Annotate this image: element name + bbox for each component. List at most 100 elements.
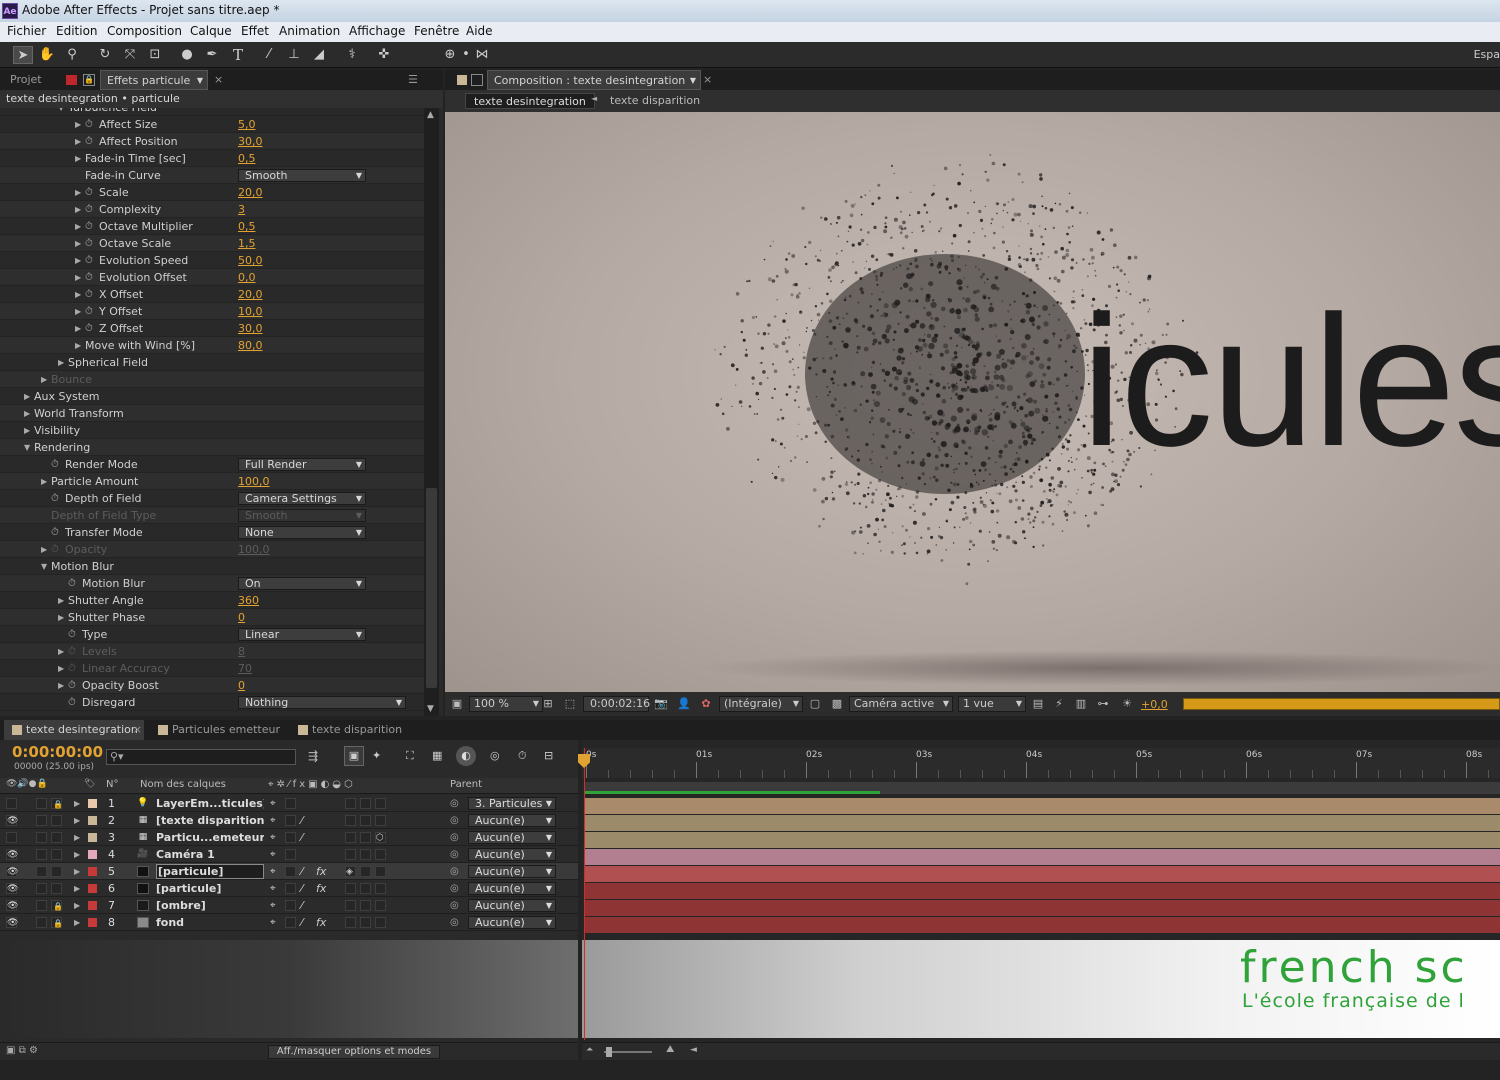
eraser-tool-icon[interactable]: ◢ (309, 46, 329, 64)
property-row[interactable]: ⏱ Transfer Mode None ▼ (0, 524, 424, 541)
menu-fenetre[interactable]: Fenêtre (414, 24, 459, 38)
property-row[interactable]: ▶ Spherical Field (0, 354, 424, 371)
twirl-closed-icon[interactable]: ▶ (24, 422, 30, 439)
twirl-closed-icon[interactable]: ▶ (74, 863, 80, 880)
property-row[interactable]: Fade-in Curve Smooth ▼ (0, 167, 424, 184)
twirl-open-icon[interactable]: ▼ (58, 108, 64, 116)
property-row[interactable]: ▶ Move with Wind [%] 80,0 (0, 337, 424, 354)
fast-previews-icon[interactable]: ⚡ (1051, 696, 1067, 712)
audio-toggle[interactable] (36, 883, 47, 894)
roto-brush-tool-icon[interactable]: ⚕ (342, 46, 362, 64)
property-dropdown[interactable]: Full Render ▼ (238, 458, 366, 471)
stopwatch-icon[interactable]: ⏱ (68, 660, 76, 677)
audio-toggle[interactable] (36, 917, 47, 928)
stopwatch-icon[interactable]: ⏱ (51, 541, 59, 558)
effect-switch-icon[interactable]: fx (316, 880, 326, 897)
column-number[interactable]: N° (106, 779, 118, 790)
stopwatch-icon[interactable]: ⏱ (85, 303, 93, 320)
twirl-closed-icon[interactable]: ▶ (75, 201, 81, 218)
property-dropdown[interactable]: Smooth ▼ (238, 169, 366, 182)
parent-dropdown[interactable]: Aucun(e) ▼ (468, 814, 556, 827)
property-dropdown[interactable]: Camera Settings ▼ (238, 492, 366, 505)
scrollbar[interactable]: ▲ ▼ (424, 108, 439, 716)
safe-zones-icon[interactable]: ⊞ (540, 696, 556, 712)
shy-switch-icon[interactable]: ⌖ (270, 795, 276, 812)
stopwatch-icon[interactable]: ⏱ (85, 218, 93, 235)
property-dropdown[interactable]: Smooth ▼ (238, 509, 366, 522)
collapse-switch[interactable] (285, 866, 296, 877)
quality-switch-icon[interactable]: ⁄ (301, 897, 303, 914)
property-row[interactable]: ▶ ⏱ Opacity 100,0 (0, 541, 424, 558)
layer-name[interactable]: Particu...emeteur (156, 829, 264, 846)
shy-switch-icon[interactable]: ⌖ (270, 880, 276, 897)
draft-3d-icon[interactable]: ▣ (344, 746, 364, 766)
property-row[interactable]: ▶ Shutter Angle 360 (0, 592, 424, 609)
effect-switch-icon[interactable]: fx (316, 863, 326, 880)
twirl-closed-icon[interactable]: ▶ (58, 643, 64, 660)
parent-dropdown[interactable]: Aucun(e) ▼ (468, 831, 556, 844)
audio-toggle[interactable] (36, 798, 47, 809)
pen-tool-icon[interactable]: ✒ (202, 46, 222, 64)
property-value[interactable]: 80,0 (238, 337, 263, 354)
flowchart-icon[interactable]: ⊶ (1095, 696, 1111, 712)
stopwatch-icon[interactable]: ⏱ (85, 116, 93, 133)
pick-whip-icon[interactable]: ◎ (450, 897, 459, 914)
property-row[interactable]: ⏱ Motion Blur On ▼ (0, 575, 424, 592)
reset-exposure-icon[interactable]: ☀ (1119, 696, 1135, 712)
property-row[interactable]: ▶ Shutter Phase 0 (0, 609, 424, 626)
adjustment-switch[interactable] (345, 798, 356, 809)
property-value[interactable]: 30,0 (238, 320, 263, 337)
motion-blur-switch[interactable] (360, 883, 371, 894)
property-value[interactable]: 20,0 (238, 286, 263, 303)
parent-dropdown[interactable]: Aucun(e) ▼ (468, 865, 556, 878)
graph-icon[interactable]: ⊟ (544, 749, 553, 762)
parent-dropdown[interactable]: Aucun(e) ▼ (468, 899, 556, 912)
layer-name[interactable]: Caméra 1 (156, 846, 264, 863)
audio-toggle[interactable] (36, 849, 47, 860)
lock-toggle[interactable]: 🔒 (51, 917, 63, 928)
property-row[interactable]: ▶ ⏱ Linear Accuracy 70 (0, 660, 424, 677)
property-row[interactable]: ▶ ⏱ X Offset 20,0 (0, 286, 424, 303)
stopwatch-icon[interactable]: ⏱ (85, 235, 93, 252)
property-value[interactable]: 10,0 (238, 303, 263, 320)
property-value[interactable]: 0 (238, 609, 245, 626)
twirl-closed-icon[interactable]: ▶ (75, 133, 81, 150)
stopwatch-icon[interactable]: ⏱ (85, 286, 93, 303)
twirl-closed-icon[interactable]: ▶ (58, 660, 64, 677)
menu-composition[interactable]: Composition (107, 24, 182, 38)
shy-switch-icon[interactable]: ⌖ (270, 914, 276, 931)
lock-toggle[interactable]: 🔒 (51, 900, 63, 911)
menu-aide[interactable]: Aide (466, 24, 493, 38)
motion-blur-toggle-icon[interactable]: ▦ (432, 749, 442, 762)
twirl-closed-icon[interactable]: ▶ (75, 337, 81, 354)
resolution-dropdown[interactable]: (Intégrale) ▼ (719, 696, 803, 712)
layer-name[interactable]: fond (156, 914, 264, 931)
stopwatch-icon[interactable]: ⏱ (51, 456, 59, 473)
current-time-indicator[interactable] (584, 748, 585, 1040)
twirl-closed-icon[interactable]: ▶ (74, 795, 80, 812)
show-snapshot-icon[interactable]: 👤 (676, 696, 692, 712)
brush-tool-icon[interactable]: ⁄ (259, 46, 279, 64)
collapse-switch[interactable] (285, 883, 296, 894)
effect-switch-icon[interactable]: fx (316, 914, 326, 931)
twirl-closed-icon[interactable]: ▶ (75, 252, 81, 269)
hide-shy-icon[interactable]: ✦ (372, 749, 381, 762)
layer-duration-bar[interactable] (584, 849, 1500, 865)
stopwatch-icon[interactable]: ⏱ (85, 252, 93, 269)
label-color-swatch[interactable] (88, 901, 97, 910)
tab-texte-desintegration[interactable]: texte desintegration × (4, 720, 144, 740)
column-parent[interactable]: Parent (450, 779, 482, 790)
scrollbar-thumb[interactable] (426, 488, 437, 688)
twirl-closed-icon[interactable]: ▶ (58, 354, 64, 371)
lock-toggle[interactable] (51, 849, 62, 860)
twirl-closed-icon[interactable]: ▶ (24, 388, 30, 405)
twirl-closed-icon[interactable]: ▶ (75, 320, 81, 337)
layer-name[interactable]: [ombre] (156, 897, 264, 914)
visibility-toggle[interactable] (6, 798, 17, 809)
property-value[interactable]: 5,0 (238, 116, 256, 133)
property-row[interactable]: ⏱ Depth of Field Camera Settings ▼ (0, 490, 424, 507)
property-row[interactable]: ▶ ⏱ Complexity 3 (0, 201, 424, 218)
tab-effets-particule[interactable]: Effets particule ▼ (100, 70, 208, 90)
scroll-down-icon[interactable]: ▼ (427, 704, 434, 714)
label-color-swatch[interactable] (88, 833, 97, 842)
